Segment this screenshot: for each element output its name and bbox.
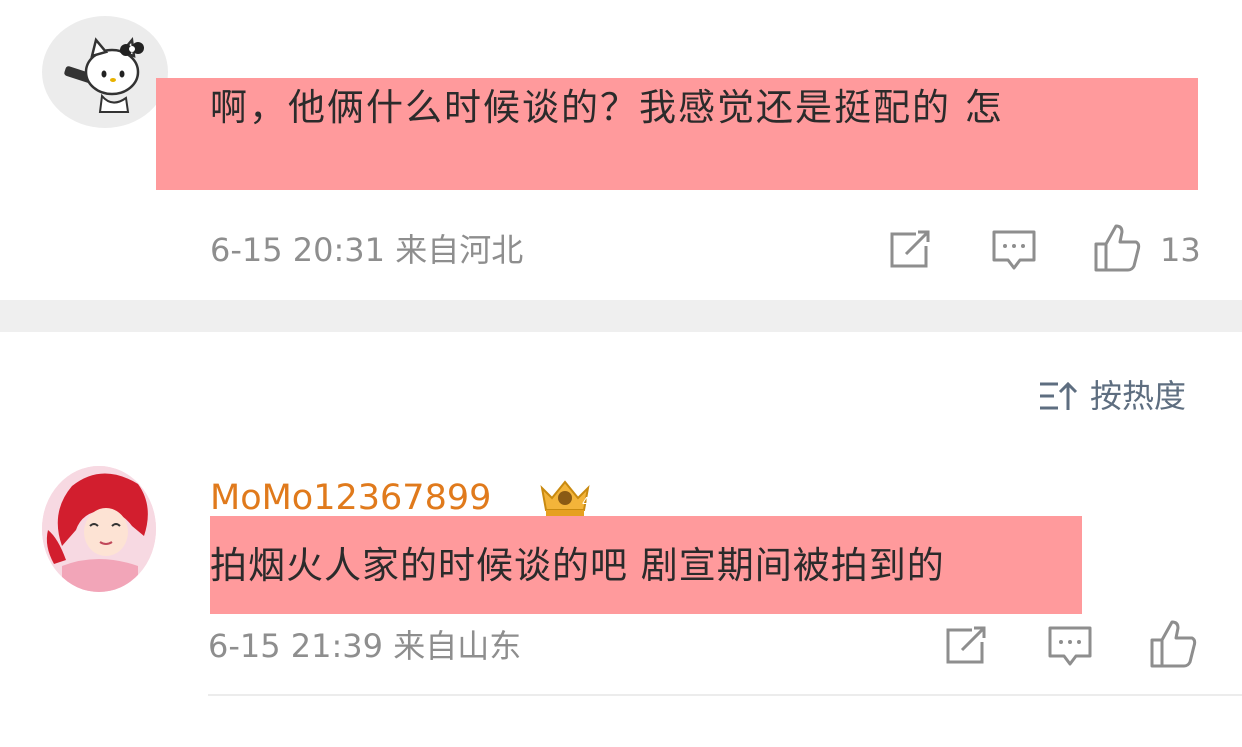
- share-button[interactable]: [886, 228, 934, 272]
- hello-kitty-avatar-icon: [64, 36, 144, 113]
- share-button[interactable]: [942, 624, 990, 668]
- red-hair-cartoon-avatar-icon: [42, 466, 156, 592]
- comment-meta: 6-15 21:39 来自山东: [208, 627, 522, 665]
- thumbs-up-icon: [1150, 620, 1197, 668]
- like-count: 13: [1160, 231, 1201, 269]
- comment-text: 拍烟火人家的时候谈的吧 剧宣期间被拍到的: [210, 544, 945, 587]
- share-icon: [890, 230, 930, 268]
- thumbs-up-icon: [1094, 224, 1141, 272]
- sort-icon: [1040, 381, 1078, 410]
- like-button[interactable]: [1092, 222, 1144, 274]
- comment-meta: 6-15 20:31 来自河北: [210, 231, 524, 269]
- share-icon: [946, 626, 986, 664]
- comment-divider: [208, 694, 1242, 696]
- username[interactable]: MoMo12367899: [210, 474, 491, 522]
- comment-icon: [1048, 626, 1092, 666]
- comment-button[interactable]: [1046, 624, 1094, 668]
- sort-button[interactable]: [1038, 378, 1078, 414]
- crown-badge: 4: [536, 476, 594, 520]
- avatar[interactable]: [42, 16, 168, 128]
- avatar[interactable]: [42, 466, 156, 592]
- comment-text: 啊，他俩什么时候谈的？我感觉还是挺配的 怎: [210, 86, 1004, 129]
- svg-text:4: 4: [582, 495, 590, 509]
- sort-label[interactable]: 按热度: [1090, 374, 1186, 418]
- comment-button[interactable]: [990, 228, 1038, 272]
- comment-icon: [992, 230, 1036, 270]
- crown-badge-icon: 4: [540, 480, 590, 516]
- like-button[interactable]: [1148, 618, 1200, 670]
- section-divider: [0, 300, 1242, 332]
